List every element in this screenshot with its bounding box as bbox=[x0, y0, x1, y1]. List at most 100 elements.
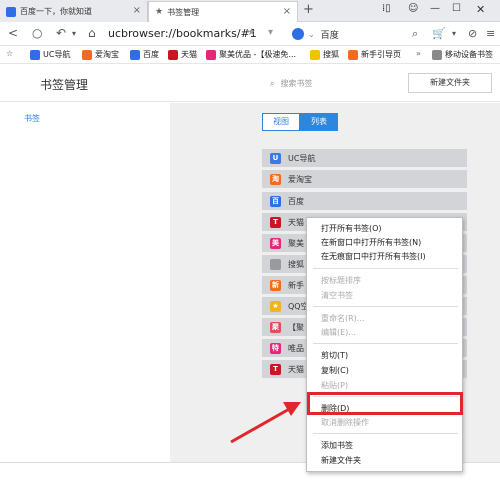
jumei-icon bbox=[206, 49, 216, 60]
bookmark-row-label: 天猫 bbox=[288, 364, 304, 374]
bookmark-sohu[interactable]: 搜狐 bbox=[310, 49, 339, 60]
sidebar-item-bookmarks[interactable]: 书签 bbox=[24, 113, 40, 124]
sohu-icon bbox=[310, 49, 320, 60]
menu-separator bbox=[313, 268, 458, 269]
tab-bar: 百度一下，你就知道 × ★ 书签管理 × + ⁞▯ ☺ — ☐ ✕ bbox=[0, 0, 500, 22]
cart-icon[interactable]: 🛒 bbox=[432, 27, 446, 40]
bookmark-mobile[interactable]: 移动设备书签 bbox=[432, 49, 493, 60]
tmall2-icon: T bbox=[270, 363, 281, 375]
menu-edit[interactable]: 编辑(E)... bbox=[321, 327, 356, 338]
bookmark-row[interactable]: 淘爱淘宝 bbox=[262, 170, 467, 188]
view-mode-button[interactable]: 视图 bbox=[262, 113, 300, 131]
pin-icon[interactable]: ⁞▯ bbox=[382, 3, 391, 14]
search-icon[interactable]: ⌕ bbox=[412, 27, 418, 41]
cart-dropdown-icon[interactable]: ▾ bbox=[452, 29, 456, 38]
menu-icon[interactable]: ≡ bbox=[486, 27, 495, 40]
bookmark-uc[interactable]: UC导航 bbox=[30, 49, 70, 60]
menu-undo-delete[interactable]: 取消删除操作 bbox=[321, 417, 369, 428]
bookmark-label: 搜狐 bbox=[323, 50, 339, 59]
url-dropdown-icon[interactable]: ▾ bbox=[268, 27, 273, 38]
tmall-icon bbox=[168, 49, 178, 60]
pointer-arrow-icon bbox=[230, 402, 301, 444]
jumei-icon: 美 bbox=[270, 237, 281, 249]
search-engine-box[interactable]: ⌄ 百度 bbox=[292, 25, 412, 43]
tmall-icon: T bbox=[270, 216, 281, 228]
menu-clear[interactable]: 清空书签 bbox=[321, 290, 353, 301]
undo-icon[interactable]: ↶ bbox=[56, 26, 66, 40]
search-engine-icon bbox=[292, 28, 304, 40]
back-icon[interactable]: < bbox=[8, 26, 18, 40]
bookmark-label: 移动设备书签 bbox=[445, 50, 493, 59]
bookmark-row-label: 爱淘宝 bbox=[288, 174, 312, 184]
new-folder-button[interactable]: 新建文件夹 bbox=[408, 73, 492, 93]
bookmark-baidu[interactable]: 百度 bbox=[130, 49, 159, 60]
bookmark-label: 新手引导页 bbox=[361, 50, 401, 59]
menu-add-bookmark[interactable]: 添加书签 bbox=[321, 440, 353, 451]
baidu-paw-icon bbox=[6, 6, 16, 17]
qq-star-icon: ★ bbox=[270, 300, 281, 312]
folder-icon bbox=[432, 49, 442, 60]
uc-icon bbox=[30, 49, 40, 60]
file-icon bbox=[270, 258, 281, 270]
bookmark-row-label: 搜狐 bbox=[288, 259, 304, 269]
bookmark-row[interactable]: U UC导航 bbox=[262, 149, 467, 167]
menu-cut[interactable]: 剪切(T) bbox=[321, 350, 348, 361]
page-title: 书签管理 bbox=[40, 78, 89, 92]
menu-sort-by-title[interactable]: 按标题排序 bbox=[321, 275, 361, 286]
address-bar: < ○ ↶ ▾ ⌂ ucbrowser://bookmarks/#1 ★ ▾ ⌄… bbox=[0, 22, 500, 46]
star-icon: ★ bbox=[155, 7, 164, 17]
bookmark-label: 聚美优品 -【极速免... bbox=[219, 50, 297, 59]
ad-block-icon[interactable]: ⊘ bbox=[468, 27, 477, 40]
context-menu: 打开所有书签(O) 在新窗口中打开所有书签(N) 在无痕窗口中打开所有书签(I)… bbox=[306, 217, 463, 472]
bookmark-label: 百度 bbox=[143, 50, 159, 59]
close-window-button[interactable]: ✕ bbox=[476, 3, 485, 16]
bookmark-row-label: 聚美 bbox=[288, 238, 304, 248]
menu-copy[interactable]: 复制(C) bbox=[321, 365, 349, 376]
close-tab-icon[interactable]: × bbox=[283, 6, 291, 17]
tab-baidu[interactable]: 百度一下，你就知道 × bbox=[0, 1, 148, 22]
search-icon: ⌕ bbox=[270, 79, 275, 88]
more-bookmarks-icon[interactable]: » bbox=[416, 49, 421, 58]
menu-rename[interactable]: 重命名(R)... bbox=[321, 313, 364, 324]
menu-open-all[interactable]: 打开所有书签(O) bbox=[321, 223, 382, 234]
guide-icon bbox=[348, 49, 358, 60]
taobao-icon: 淘 bbox=[270, 173, 281, 185]
vip-icon: 特 bbox=[270, 342, 281, 354]
bookmarks-bar: ☆ UC导航 爱淘宝 百度 天猫 聚美优品 -【极速免... 搜狐 新手引导页 … bbox=[0, 46, 500, 64]
menu-paste[interactable]: 粘贴(P) bbox=[321, 380, 348, 391]
skin-icon[interactable]: ☺ bbox=[408, 3, 418, 14]
list-mode-button[interactable]: 列表 bbox=[300, 113, 338, 131]
minimize-button[interactable]: — bbox=[430, 3, 440, 14]
url-field[interactable]: ucbrowser://bookmarks/#1 bbox=[108, 25, 286, 43]
sidebar: 书签 bbox=[0, 103, 170, 485]
bookmark-row-label: 新手 bbox=[288, 280, 304, 290]
new-tab-button[interactable]: + bbox=[303, 2, 314, 17]
delete-highlight-box bbox=[307, 392, 463, 415]
menu-open-all-new-window[interactable]: 在新窗口中打开所有书签(N) bbox=[321, 237, 421, 248]
maximize-button[interactable]: ☐ bbox=[452, 3, 461, 14]
bookmark-search-input[interactable]: ⌕ 搜索书签 bbox=[270, 78, 312, 89]
home-icon[interactable]: ⌂ bbox=[88, 26, 96, 40]
bookmark-row-label: 唯品 bbox=[288, 343, 304, 353]
menu-separator bbox=[313, 343, 458, 344]
bookmark-row[interactable]: 百百度 bbox=[262, 192, 467, 210]
bookmark-label: 天猫 bbox=[181, 50, 197, 59]
undo-dropdown-icon[interactable]: ▾ bbox=[72, 29, 76, 38]
refresh-icon[interactable]: ○ bbox=[32, 26, 42, 40]
close-tab-icon[interactable]: × bbox=[133, 5, 141, 16]
bookmark-guide[interactable]: 新手引导页 bbox=[348, 49, 401, 60]
tab-bookmarks[interactable]: ★ 书签管理 × bbox=[148, 1, 298, 22]
bookmark-tmall[interactable]: 天猫 bbox=[168, 49, 197, 60]
menu-new-folder[interactable]: 新建文件夹 bbox=[321, 455, 361, 466]
bookmark-row-label: 天猫 bbox=[288, 217, 304, 227]
menu-open-all-incognito[interactable]: 在无痕窗口中打开所有书签(I) bbox=[321, 251, 426, 262]
tab-label: 百度一下，你就知道 bbox=[20, 7, 92, 16]
favorite-star-icon[interactable]: ★ bbox=[247, 27, 256, 38]
bookmark-row-label: 【聚 bbox=[288, 322, 304, 332]
uc-icon: U bbox=[270, 152, 281, 164]
bookmark-star-icon[interactable]: ☆ bbox=[6, 49, 13, 58]
bookmark-taobao[interactable]: 爱淘宝 bbox=[82, 49, 119, 60]
menu-separator bbox=[313, 306, 458, 307]
bookmark-jumei[interactable]: 聚美优品 -【极速免... bbox=[206, 49, 296, 60]
page-header: 书签管理 ⌕ 搜索书签 新建文件夹 bbox=[0, 64, 500, 102]
